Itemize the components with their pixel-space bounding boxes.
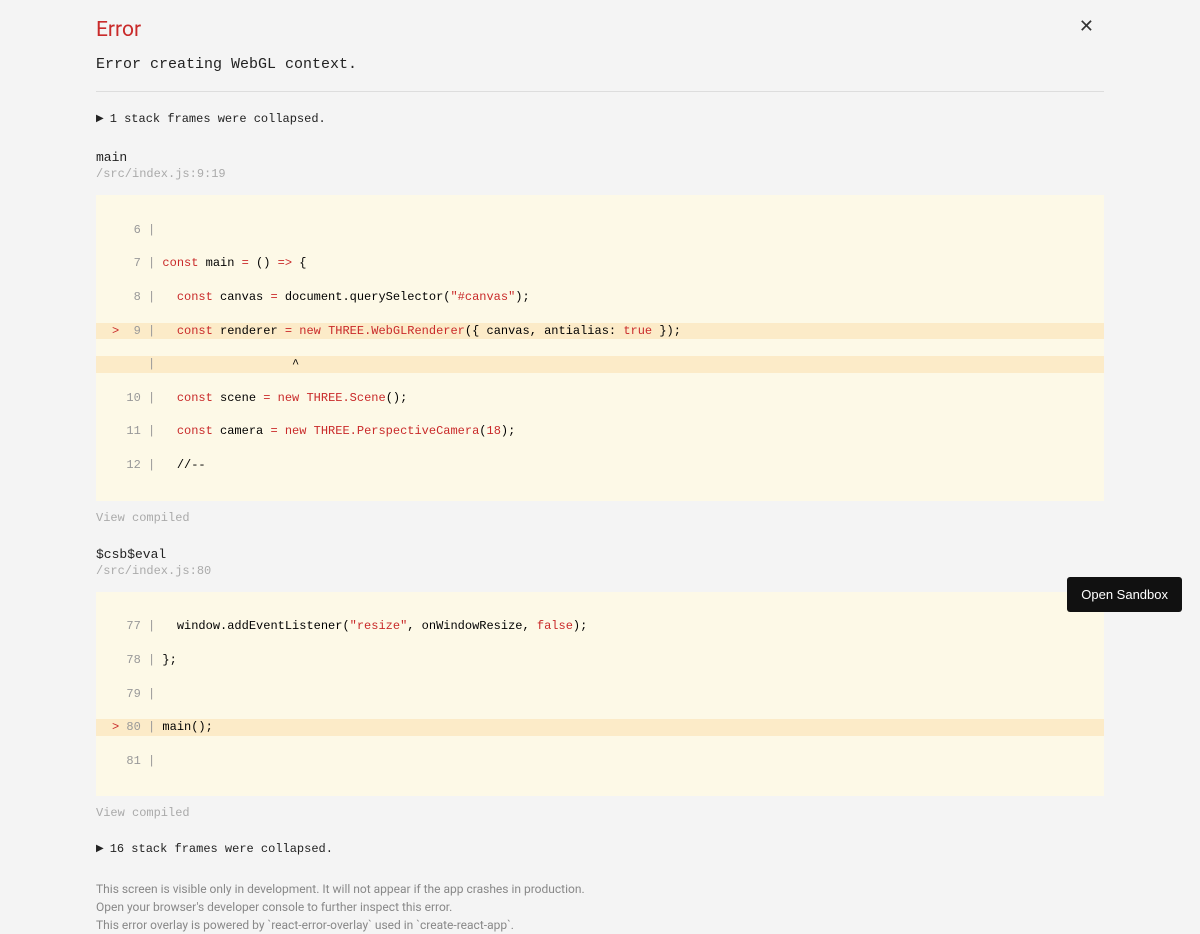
error-message: Error creating WebGL context. — [96, 56, 1104, 73]
code-line: 6 | — [96, 222, 1104, 239]
stack-frame-name: main — [96, 150, 1104, 165]
view-compiled-link[interactable]: View compiled — [96, 511, 1104, 525]
code-line: 81 | — [96, 753, 1104, 770]
collapsed-frames-text: 1 stack frames were collapsed. — [110, 112, 326, 126]
footer-line: Open your browser's developer console to… — [96, 898, 1104, 916]
code-line-highlight: > 80 | main(); — [96, 719, 1104, 736]
collapsed-frames-text: 16 stack frames were collapsed. — [110, 842, 333, 856]
stack-frame-name: $csb$eval — [96, 547, 1104, 562]
view-compiled-link[interactable]: View compiled — [96, 806, 1104, 820]
footer-line: This error overlay is powered by `react-… — [96, 916, 1104, 934]
triangle-right-icon: ▶ — [96, 843, 104, 855]
code-line: 10 | const scene = new THREE.Scene(); — [96, 390, 1104, 407]
code-line-pointer: | ^ — [96, 356, 1104, 373]
close-icon[interactable]: ✕ — [1079, 16, 1094, 37]
code-line-highlight: > 9 | const renderer = new THREE.WebGLRe… — [96, 323, 1104, 340]
footer-line: This screen is visible only in developme… — [96, 880, 1104, 898]
code-line: 11 | const camera = new THREE.Perspectiv… — [96, 423, 1104, 440]
code-block-1: 6 | 7 | const main = () => { 8 | const c… — [96, 195, 1104, 501]
error-title: Error — [96, 18, 1104, 42]
code-line: 77 | window.addEventListener("resize", o… — [96, 618, 1104, 635]
collapsed-frames-toggle-2[interactable]: ▶ 16 stack frames were collapsed. — [96, 842, 1104, 856]
code-line: 78 | }; — [96, 652, 1104, 669]
code-line: 7 | const main = () => { — [96, 255, 1104, 272]
open-sandbox-button[interactable]: Open Sandbox — [1067, 577, 1182, 612]
footer-text: This screen is visible only in developme… — [96, 880, 1104, 934]
stack-frame-location: /src/index.js:9:19 — [96, 167, 1104, 181]
stack-frame-location: /src/index.js:80 — [96, 564, 1104, 578]
divider — [96, 91, 1104, 92]
code-line: 8 | const canvas = document.querySelecto… — [96, 289, 1104, 306]
code-line: 79 | — [96, 686, 1104, 703]
code-block-2: 77 | window.addEventListener("resize", o… — [96, 592, 1104, 797]
code-line: 12 | //-- — [96, 457, 1104, 474]
triangle-right-icon: ▶ — [96, 113, 104, 125]
collapsed-frames-toggle-1[interactable]: ▶ 1 stack frames were collapsed. — [96, 112, 1104, 126]
